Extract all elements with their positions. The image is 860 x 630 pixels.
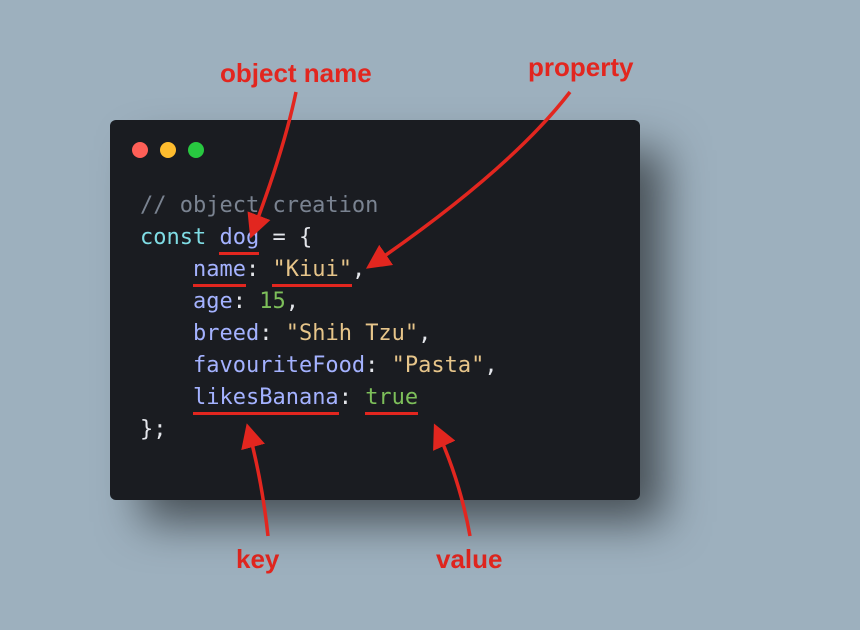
traffic-red-icon xyxy=(132,142,148,158)
anno-object-name: object name xyxy=(220,58,372,89)
code-block: // object creation const dog = { name: "… xyxy=(140,190,498,446)
traffic-lights xyxy=(132,142,204,158)
code-panel: // object creation const dog = { name: "… xyxy=(110,120,640,500)
traffic-green-icon xyxy=(188,142,204,158)
anno-key: key xyxy=(236,544,279,575)
anno-value: value xyxy=(436,544,503,575)
stage: object name property key value // object… xyxy=(0,0,860,630)
traffic-yellow-icon xyxy=(160,142,176,158)
anno-property: property xyxy=(528,52,633,83)
